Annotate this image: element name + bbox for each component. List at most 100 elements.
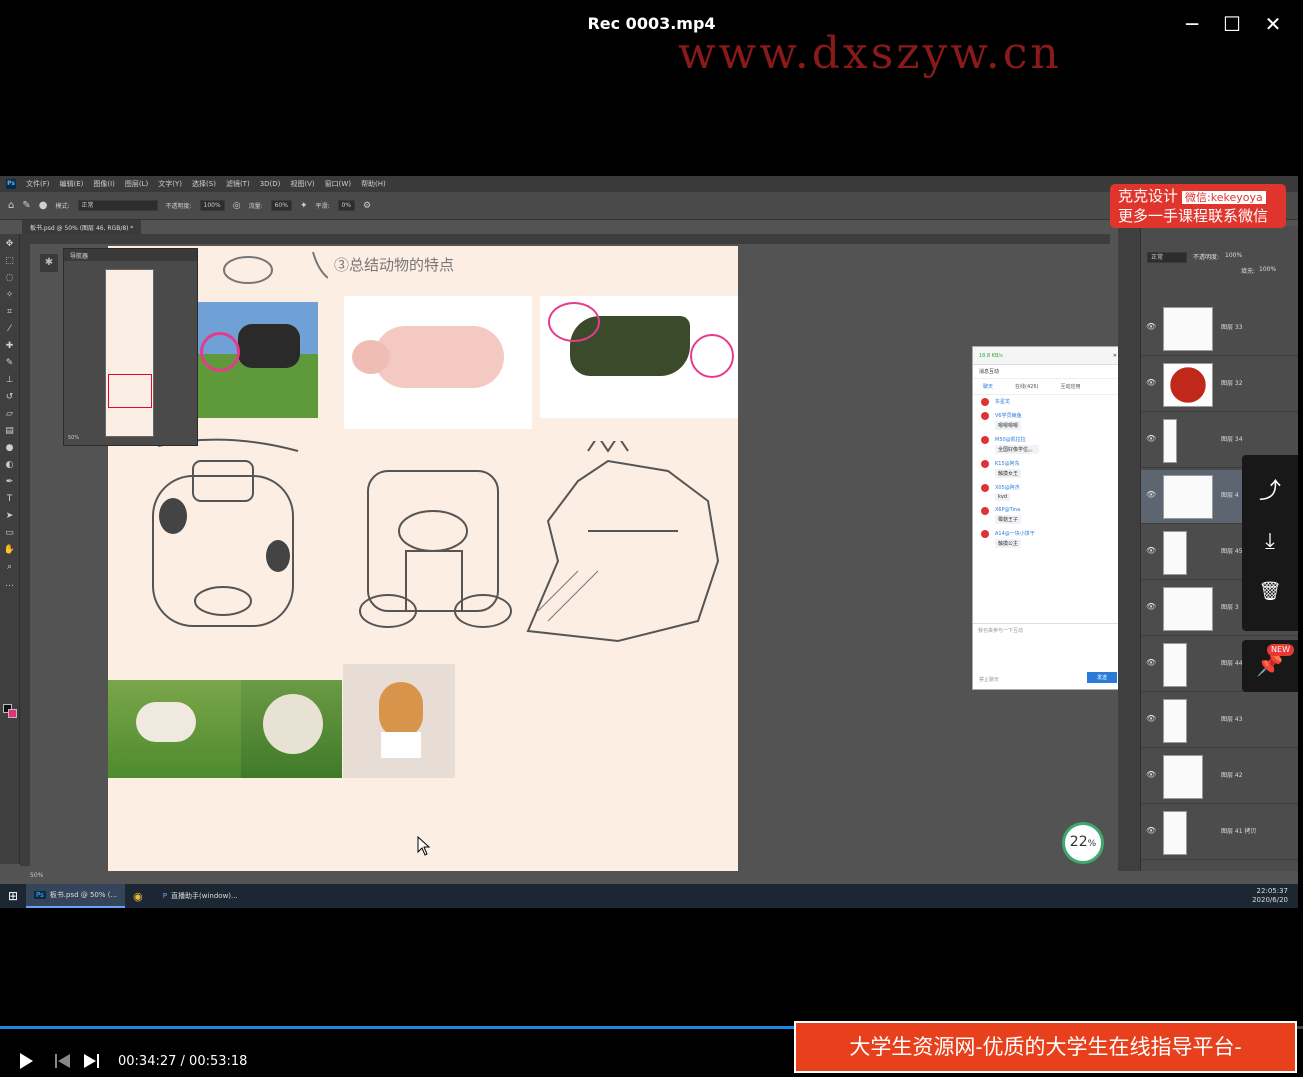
path-select-icon[interactable]: ➤	[4, 510, 16, 522]
document-canvas[interactable]: ③总结动物的特点	[108, 246, 738, 871]
chat-name: X6P@Tina	[995, 507, 1021, 513]
navigator-thumbnail[interactable]	[105, 269, 154, 437]
chat-tab-apps[interactable]: 互动应用	[1060, 383, 1080, 390]
airbrush-icon[interactable]: ✦	[300, 201, 308, 211]
eraser-tool-icon[interactable]: ▱	[4, 408, 16, 420]
flow-label: 流量:	[248, 203, 263, 210]
play-icon[interactable]	[18, 1052, 34, 1070]
gradient-tool-icon[interactable]: ▤	[4, 425, 16, 437]
menu-3d[interactable]: 3D(D)	[260, 180, 281, 188]
hand-tool-icon[interactable]: ✋	[4, 544, 16, 556]
eye-icon[interactable]: 👁	[1146, 322, 1156, 331]
move-tool-icon[interactable]: ✥	[4, 238, 16, 250]
eye-icon[interactable]: 👁	[1146, 546, 1156, 555]
chat-window[interactable]: 18.8 KB/s ✕ 消息互动 聊天 在线(426) 互动应用 东星龙 V6学…	[972, 346, 1124, 690]
more-tools-icon[interactable]: …	[4, 578, 16, 590]
brush-preset-icon[interactable]: ●	[39, 200, 48, 211]
layer-opacity-field[interactable]: 100%	[1225, 252, 1242, 263]
pressure-icon[interactable]: ◎	[233, 201, 241, 211]
healing-tool-icon[interactable]: ✚	[4, 340, 16, 352]
chrome-icon: ◉	[133, 889, 143, 903]
maximize-button[interactable]: ☐	[1218, 10, 1246, 38]
flow-field[interactable]: 60%	[270, 200, 292, 211]
background-color-swatch[interactable]	[8, 709, 17, 718]
taskbar-item-photoshop[interactable]: Ps 板书.psd @ 50% (...	[26, 884, 126, 908]
video-frame[interactable]: Ps 文件(F) 编辑(E) 图像(I) 图层(L) 文字(Y) 选择(S) 滤…	[0, 176, 1298, 908]
eye-icon[interactable]: 👁	[1146, 434, 1156, 443]
next-icon[interactable]	[82, 1053, 100, 1069]
ad-banner[interactable]: 大学生资源网-优质的大学生在线指导平台-www.dxszyw.cn	[794, 1021, 1297, 1073]
chat-section[interactable]: 消息互动	[973, 365, 1123, 379]
eye-icon[interactable]: 👁	[1146, 602, 1156, 611]
panel-toggle-icon[interactable]: ✱	[40, 254, 58, 272]
menu-window[interactable]: 窗口(W)	[325, 179, 351, 189]
brush-icon[interactable]: ✎	[22, 200, 30, 211]
chat-input[interactable]: 我也来参与一下互动	[973, 623, 1123, 653]
history-brush-icon[interactable]: ↺	[4, 391, 16, 403]
magic-wand-tool-icon[interactable]: ✧	[4, 289, 16, 301]
eye-icon[interactable]: 👁	[1146, 714, 1156, 723]
settings-gear-icon[interactable]: ⚙	[363, 201, 371, 211]
mode-select[interactable]: 正常	[77, 200, 158, 211]
pen-tool-icon[interactable]: ✒	[4, 476, 16, 488]
document-tab[interactable]: 板书.psd @ 50% (图层 46, RGB/8) *	[22, 220, 142, 234]
dodge-tool-icon[interactable]: ◐	[4, 459, 16, 471]
eye-icon[interactable]: 👁	[1146, 490, 1156, 499]
system-tray-clock[interactable]: 22:05:37 2020/6/20	[1252, 887, 1288, 905]
layer-fill-field[interactable]: 100%	[1259, 266, 1276, 275]
crop-tool-icon[interactable]: ⌗	[4, 306, 16, 318]
menu-type[interactable]: 文字(Y)	[158, 179, 182, 189]
chat-send-button[interactable]: 发送	[1086, 672, 1117, 683]
share-icon[interactable]: ⤴	[1242, 467, 1298, 517]
menu-select[interactable]: 选择(S)	[192, 179, 216, 189]
shape-tool-icon[interactable]: ▭	[4, 527, 16, 539]
taskbar-item-live-assistant[interactable]: P 直播助手(window)...	[155, 884, 246, 908]
download-icon[interactable]: ⤓	[1242, 517, 1298, 567]
menu-help[interactable]: 帮助(H)	[361, 179, 386, 189]
blur-tool-icon[interactable]: ●	[4, 442, 16, 454]
stamp-tool-icon[interactable]: ⊥	[4, 374, 16, 386]
brush-tool-icon[interactable]: ✎	[4, 357, 16, 369]
type-tool-icon[interactable]: T	[4, 493, 16, 505]
navigator-panel[interactable]: 导航器 50%	[63, 248, 198, 446]
home-icon[interactable]: ⌂	[8, 200, 14, 211]
chat-avatar	[981, 398, 989, 406]
pin-button[interactable]: 📌 NEW	[1242, 640, 1298, 692]
chat-tab-chat[interactable]: 聊天	[983, 383, 993, 390]
eye-icon[interactable]: 👁	[1146, 770, 1156, 779]
minimize-button[interactable]: ─	[1178, 10, 1206, 38]
eye-icon[interactable]: 👁	[1146, 826, 1156, 835]
menu-file[interactable]: 文件(F)	[26, 179, 50, 189]
taskbar-item-chrome[interactable]: ◉	[125, 884, 155, 908]
marquee-tool-icon[interactable]: ⬚	[4, 255, 16, 267]
layer-row[interactable]: 👁 图层 42	[1141, 750, 1298, 804]
speed-widget[interactable]: 22%	[1062, 822, 1104, 864]
smooth-field[interactable]: 0%	[337, 200, 356, 211]
eye-icon[interactable]: 👁	[1146, 378, 1156, 387]
eyedropper-tool-icon[interactable]: ⁄	[4, 323, 16, 335]
layer-row[interactable]: 👁 图层 41 拷贝	[1141, 806, 1298, 860]
chat-tab-online[interactable]: 在线(426)	[1015, 383, 1038, 390]
navigator-title: 导航器	[64, 249, 197, 261]
menu-view[interactable]: 视图(V)	[290, 179, 314, 189]
layer-row[interactable]: 👁 图层 43	[1141, 694, 1298, 748]
windows-start-icon[interactable]: ⊞	[0, 884, 26, 908]
delete-icon[interactable]: 🗑	[1242, 567, 1298, 617]
menu-filter[interactable]: 滤镜(T)	[226, 179, 250, 189]
menu-image[interactable]: 图像(I)	[93, 179, 115, 189]
blend-mode-select[interactable]: 正常	[1147, 252, 1187, 263]
layer-name: 图层 34	[1221, 436, 1243, 443]
menu-edit[interactable]: 编辑(E)	[60, 179, 84, 189]
opacity-field[interactable]: 100%	[199, 200, 225, 211]
layer-row[interactable]: 👁 图层 33	[1141, 302, 1298, 356]
chat-mute-toggle[interactable]: 禁止聊天	[979, 676, 999, 683]
navigator-zoom[interactable]: 50%	[68, 435, 79, 441]
chat-close-icon[interactable]: ✕	[1113, 353, 1117, 359]
previous-icon[interactable]	[54, 1053, 72, 1069]
eye-icon[interactable]: 👁	[1146, 658, 1156, 667]
zoom-tool-icon[interactable]: ⌕	[4, 561, 16, 573]
lasso-tool-icon[interactable]: ◌	[4, 272, 16, 284]
close-button[interactable]: ✕	[1259, 10, 1287, 38]
menu-layer[interactable]: 图层(L)	[125, 179, 148, 189]
layer-row[interactable]: 👁 图层 32	[1141, 358, 1298, 412]
